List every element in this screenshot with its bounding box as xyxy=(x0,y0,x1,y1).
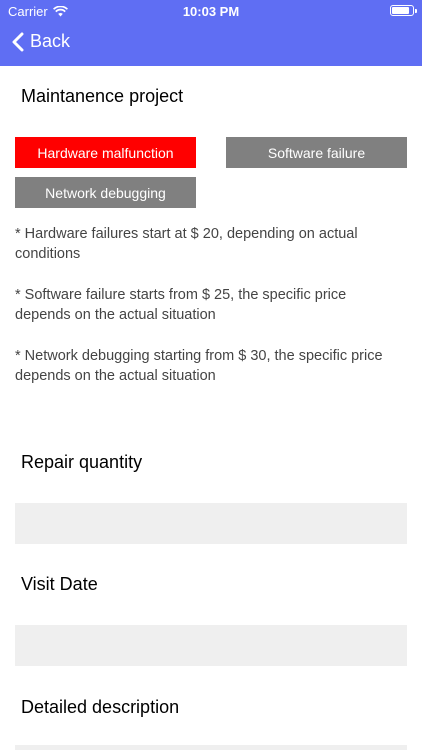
hardware-price-note: * Hardware failures start at $ 20, depen… xyxy=(15,226,358,262)
nav-bar: Carrier 10:03 PM Back xyxy=(0,0,422,66)
status-bar: Carrier 10:03 PM xyxy=(0,0,422,22)
detailed-description-input[interactable] xyxy=(15,745,407,750)
repair-quantity-label: Repair quantity xyxy=(21,452,143,472)
back-label: Back xyxy=(30,31,71,51)
battery-icon xyxy=(390,5,417,16)
visit-date-input[interactable] xyxy=(15,625,407,666)
maintenance-project-title: Maintanence project xyxy=(21,86,184,106)
detailed-description-label: Detailed description xyxy=(21,697,180,717)
software-price-note: * Software failure starts from $ 25, the… xyxy=(15,287,347,323)
clock: 10:03 PM xyxy=(182,4,240,19)
back-button[interactable]: Back xyxy=(12,31,70,52)
option-software-failure[interactable]: Software failure xyxy=(226,137,407,168)
repair-quantity-input[interactable] xyxy=(15,503,407,544)
option-hardware-malfunction[interactable]: Hardware malfunction xyxy=(15,137,196,168)
option-network-debugging[interactable]: Network debugging xyxy=(15,177,196,208)
visit-date-label: Visit Date xyxy=(21,574,98,594)
chevron-left-icon xyxy=(12,32,24,51)
network-price-note: * Network debugging starting from $ 30, … xyxy=(15,348,383,384)
